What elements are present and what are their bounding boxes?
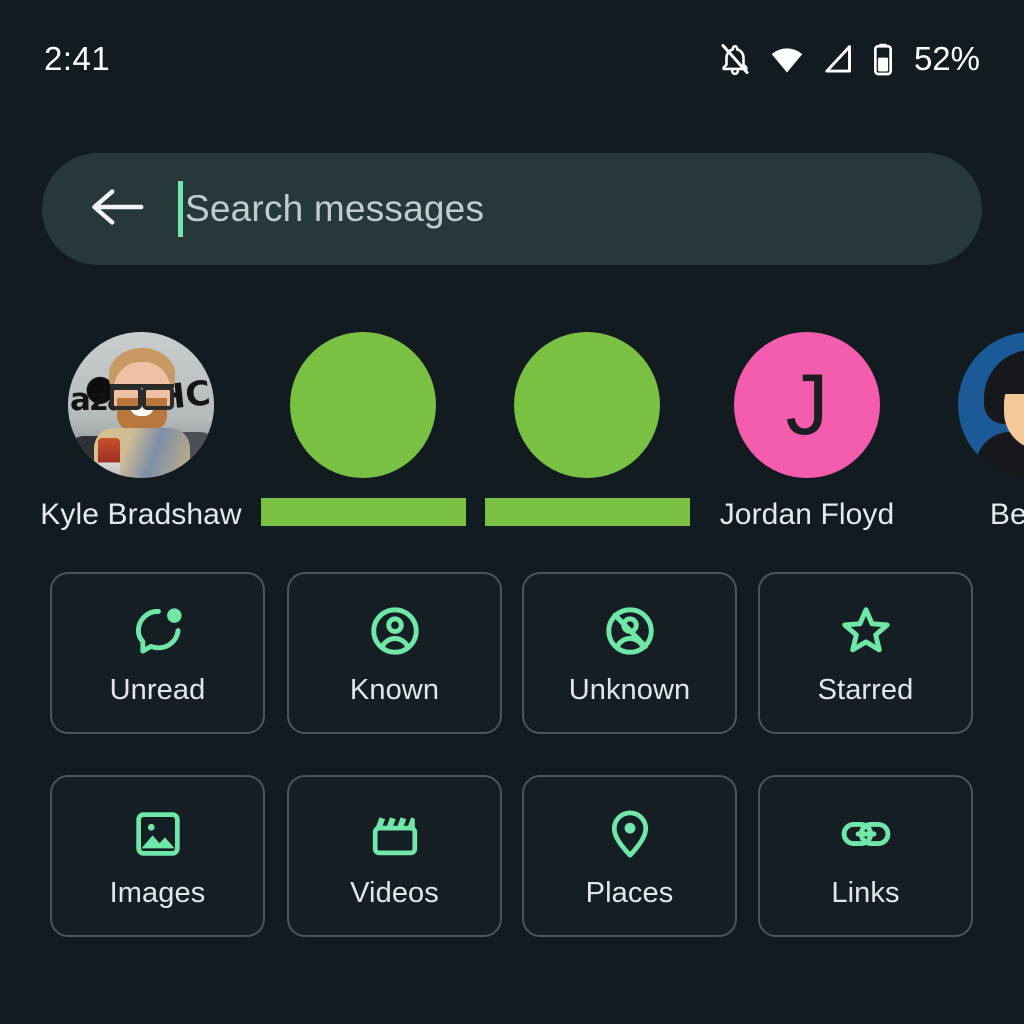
filter-card-label: Images — [109, 876, 206, 909]
person-circle-icon — [367, 600, 423, 662]
filter-card-label: Unknown — [568, 673, 691, 706]
filter-card-known[interactable]: Known — [287, 572, 502, 734]
avatar: J — [734, 332, 880, 478]
search-bar[interactable]: Search messages — [42, 153, 982, 265]
avatar-photo: aza HC — [68, 332, 214, 478]
avatar — [958, 332, 1024, 478]
battery-icon — [872, 42, 894, 76]
filter-card-unknown[interactable]: Unknown — [522, 572, 737, 734]
contact-name: Ben S — [989, 498, 1024, 531]
contact-item-loading[interactable] — [474, 332, 700, 526]
messages-search-screen: 2:41 52% Search messages aza HC Kyle Bra… — [0, 0, 1024, 1024]
avatar: aza HC — [68, 332, 214, 478]
contact-item[interactable]: aza HC Kyle Bradshaw — [28, 332, 254, 532]
contact-item[interactable]: Ben S — [918, 332, 1024, 532]
filter-card-label: Videos — [350, 876, 439, 909]
filter-card-places[interactable]: Places — [522, 775, 737, 937]
back-button[interactable] — [86, 177, 150, 241]
status-icon-group: 52% — [718, 40, 980, 78]
unread-chat-icon — [130, 600, 186, 662]
avatar-loading-placeholder — [290, 332, 436, 478]
location-pin-icon — [603, 803, 657, 865]
contact-item-loading[interactable] — [250, 332, 476, 526]
avatar-initial: J — [785, 356, 829, 453]
arrow-back-icon — [89, 182, 147, 237]
contact-name: Kyle Bradshaw — [40, 498, 242, 531]
filter-card-label: Links — [831, 876, 900, 909]
filter-card-label: Places — [585, 876, 674, 909]
search-input[interactable]: Search messages — [178, 179, 484, 239]
image-icon — [131, 803, 185, 865]
search-placeholder-label: Search messages — [185, 188, 485, 229]
name-loading-placeholder — [260, 498, 466, 526]
avatar-loading-placeholder — [514, 332, 660, 478]
filter-card-label: Known — [349, 673, 440, 706]
status-bar: 2:41 52% — [0, 0, 1024, 118]
star-outline-icon — [837, 600, 895, 662]
battery-percent-label: 52% — [913, 40, 980, 77]
wifi-icon — [769, 42, 805, 76]
cell-signal-icon — [822, 42, 855, 76]
contact-item[interactable]: J Jordan Floyd — [694, 332, 920, 532]
person-blocked-icon — [602, 600, 658, 662]
text-caret — [178, 181, 183, 237]
name-loading-placeholder — [484, 498, 690, 526]
clapperboard-icon — [368, 803, 422, 865]
filter-card-images[interactable]: Images — [50, 775, 265, 937]
filter-card-unread[interactable]: Unread — [50, 572, 265, 734]
status-clock: 2:41 — [44, 40, 111, 77]
filter-card-starred[interactable]: Starred — [758, 572, 973, 734]
filter-card-label: Starred — [817, 673, 914, 706]
contact-name: Jordan Floyd — [719, 498, 895, 531]
filter-card-links[interactable]: Links — [758, 775, 973, 937]
link-chain-icon — [838, 803, 894, 865]
filter-card-videos[interactable]: Videos — [287, 775, 502, 937]
filter-card-label: Unread — [109, 673, 206, 706]
notifications-off-icon — [718, 42, 752, 76]
avatar-cartoon — [958, 332, 1024, 478]
contacts-strip[interactable]: aza HC Kyle Bradshaw J Jordan Floyd Be — [0, 332, 1024, 544]
